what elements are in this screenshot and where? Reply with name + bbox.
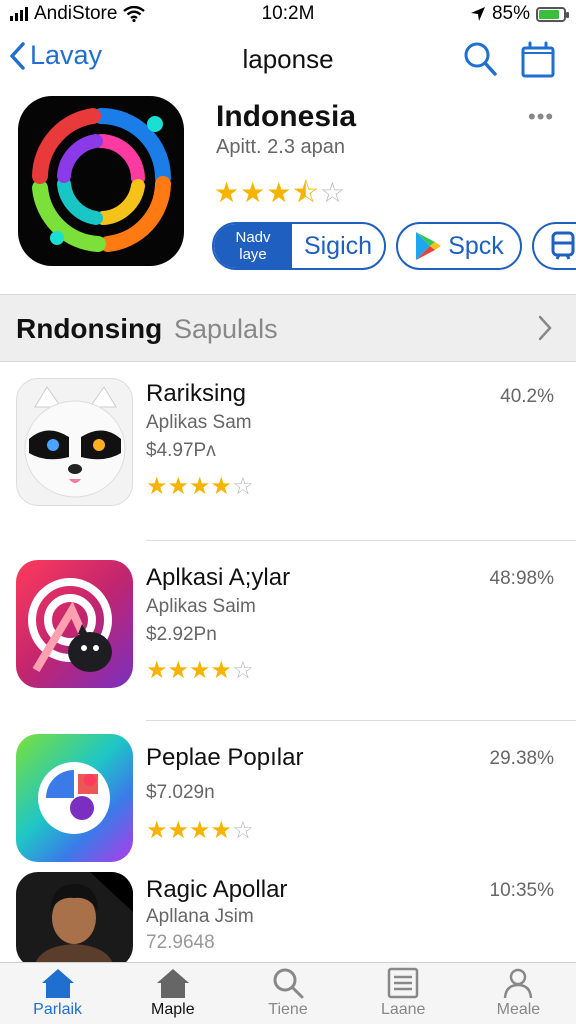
item-name: Ragic Apollar: [146, 876, 288, 903]
item-subtitle: Aplikas Sam: [146, 412, 252, 433]
extra-button[interactable]: [532, 222, 576, 270]
house-icon: [41, 969, 74, 998]
item-subtitle: Aplikas Saim: [146, 596, 256, 617]
app-rating-stars: ★★★⯪☆: [214, 177, 346, 208]
bag-icon[interactable]: [520, 40, 556, 78]
item-rating-stars: ★★★★☆: [146, 657, 254, 684]
house-icon: [156, 969, 189, 998]
divider: [146, 720, 576, 721]
portrait-app-icon: [16, 872, 133, 968]
signal-icon: [10, 7, 28, 21]
list-icon: [387, 967, 419, 999]
tab-label: Maple: [151, 1001, 195, 1018]
item-rating-stars: ★★★★☆: [146, 473, 254, 500]
target-app-icon: [16, 560, 133, 688]
list-item[interactable]: Ragic Apollar Apllana Jsim 72.9648 10:35…: [0, 866, 576, 968]
open-segment-button[interactable]: Nadv laye Sigich: [212, 222, 386, 270]
battery-percent: 85%: [491, 3, 530, 24]
swirl-logo-icon: [32, 108, 171, 252]
item-percent: 10:35%: [489, 880, 554, 901]
carrier-label: AndiStore: [34, 3, 118, 24]
list-item[interactable]: Aplkasi A;ylar Aplikas Saim $2.92Pn ★★★★…: [0, 548, 576, 724]
item-price: 72.9648: [146, 932, 215, 953]
item-price: $4.97Pʌ: [146, 440, 216, 461]
section-subtitle: Sapulals: [174, 314, 278, 344]
colorful-app-icon: [16, 734, 133, 862]
segment-label: Sigich: [303, 231, 373, 260]
app-name: Indonesia: [216, 100, 357, 133]
location-arrow-icon: [470, 7, 485, 21]
tab-label: Parlaik: [33, 1001, 83, 1018]
section-title: Rndonsing: [16, 313, 163, 344]
tab-parlaik[interactable]: Parlaik: [0, 963, 115, 1024]
list-item[interactable]: Rariksing Aplikas Sam $4.97Pʌ ★★★★☆ 40.2…: [0, 368, 576, 544]
tab-laane[interactable]: Laane: [346, 963, 461, 1024]
item-price: $7.029n: [146, 782, 215, 803]
play-store-label: Spck: [448, 231, 504, 260]
train-icon: [551, 231, 575, 260]
tab-label: Tiene: [268, 1001, 308, 1018]
segment-line1: Nadv: [235, 229, 271, 246]
app-header: Indonesia Apitt. 2.3 apan ★★★⯪☆ ••• Nadv…: [0, 92, 576, 292]
segment-line2: laye: [239, 246, 267, 263]
status-bar: AndiStore 10:2M 85%: [0, 0, 576, 28]
chevron-right-icon: [538, 315, 552, 341]
item-subtitle: Apllana Jsim: [146, 906, 254, 927]
app-icon[interactable]: [18, 96, 184, 266]
app-subtitle: Apitt. 2.3 apan: [216, 136, 345, 158]
tab-meale[interactable]: Meale: [461, 963, 576, 1024]
divider: [146, 540, 576, 541]
tab-label: Laane: [380, 1001, 426, 1018]
search-icon[interactable]: [462, 40, 498, 78]
tab-maple[interactable]: Maple: [115, 963, 230, 1024]
panda-app-icon: [16, 378, 133, 506]
item-price: $2.92Pn: [146, 624, 217, 645]
item-name: Aplkasi A;ylar: [146, 564, 291, 591]
wifi-icon: [123, 6, 146, 22]
tab-label: Meale: [496, 1001, 541, 1018]
item-name: Rariksing: [146, 380, 247, 407]
item-name: Peplae Popılar: [146, 744, 304, 771]
play-store-button[interactable]: Spck: [396, 222, 522, 270]
section-header[interactable]: Rndonsing Sapulals: [0, 294, 576, 362]
person-icon: [504, 968, 533, 999]
item-percent: 40.2%: [500, 386, 554, 407]
tab-bar: Parlaik Maple Tiene Laane Meale: [0, 962, 576, 1024]
play-store-icon: [416, 232, 442, 260]
battery-icon: [536, 6, 569, 22]
more-options-button[interactable]: •••: [528, 104, 554, 130]
search-icon: [273, 968, 304, 999]
item-percent: 29.38%: [489, 748, 554, 769]
tab-tiene[interactable]: Tiene: [230, 963, 345, 1024]
nav-bar: Lavay laponse: [0, 34, 576, 86]
item-percent: 48:98%: [489, 568, 554, 589]
item-rating-stars: ★★★★☆: [146, 817, 254, 844]
